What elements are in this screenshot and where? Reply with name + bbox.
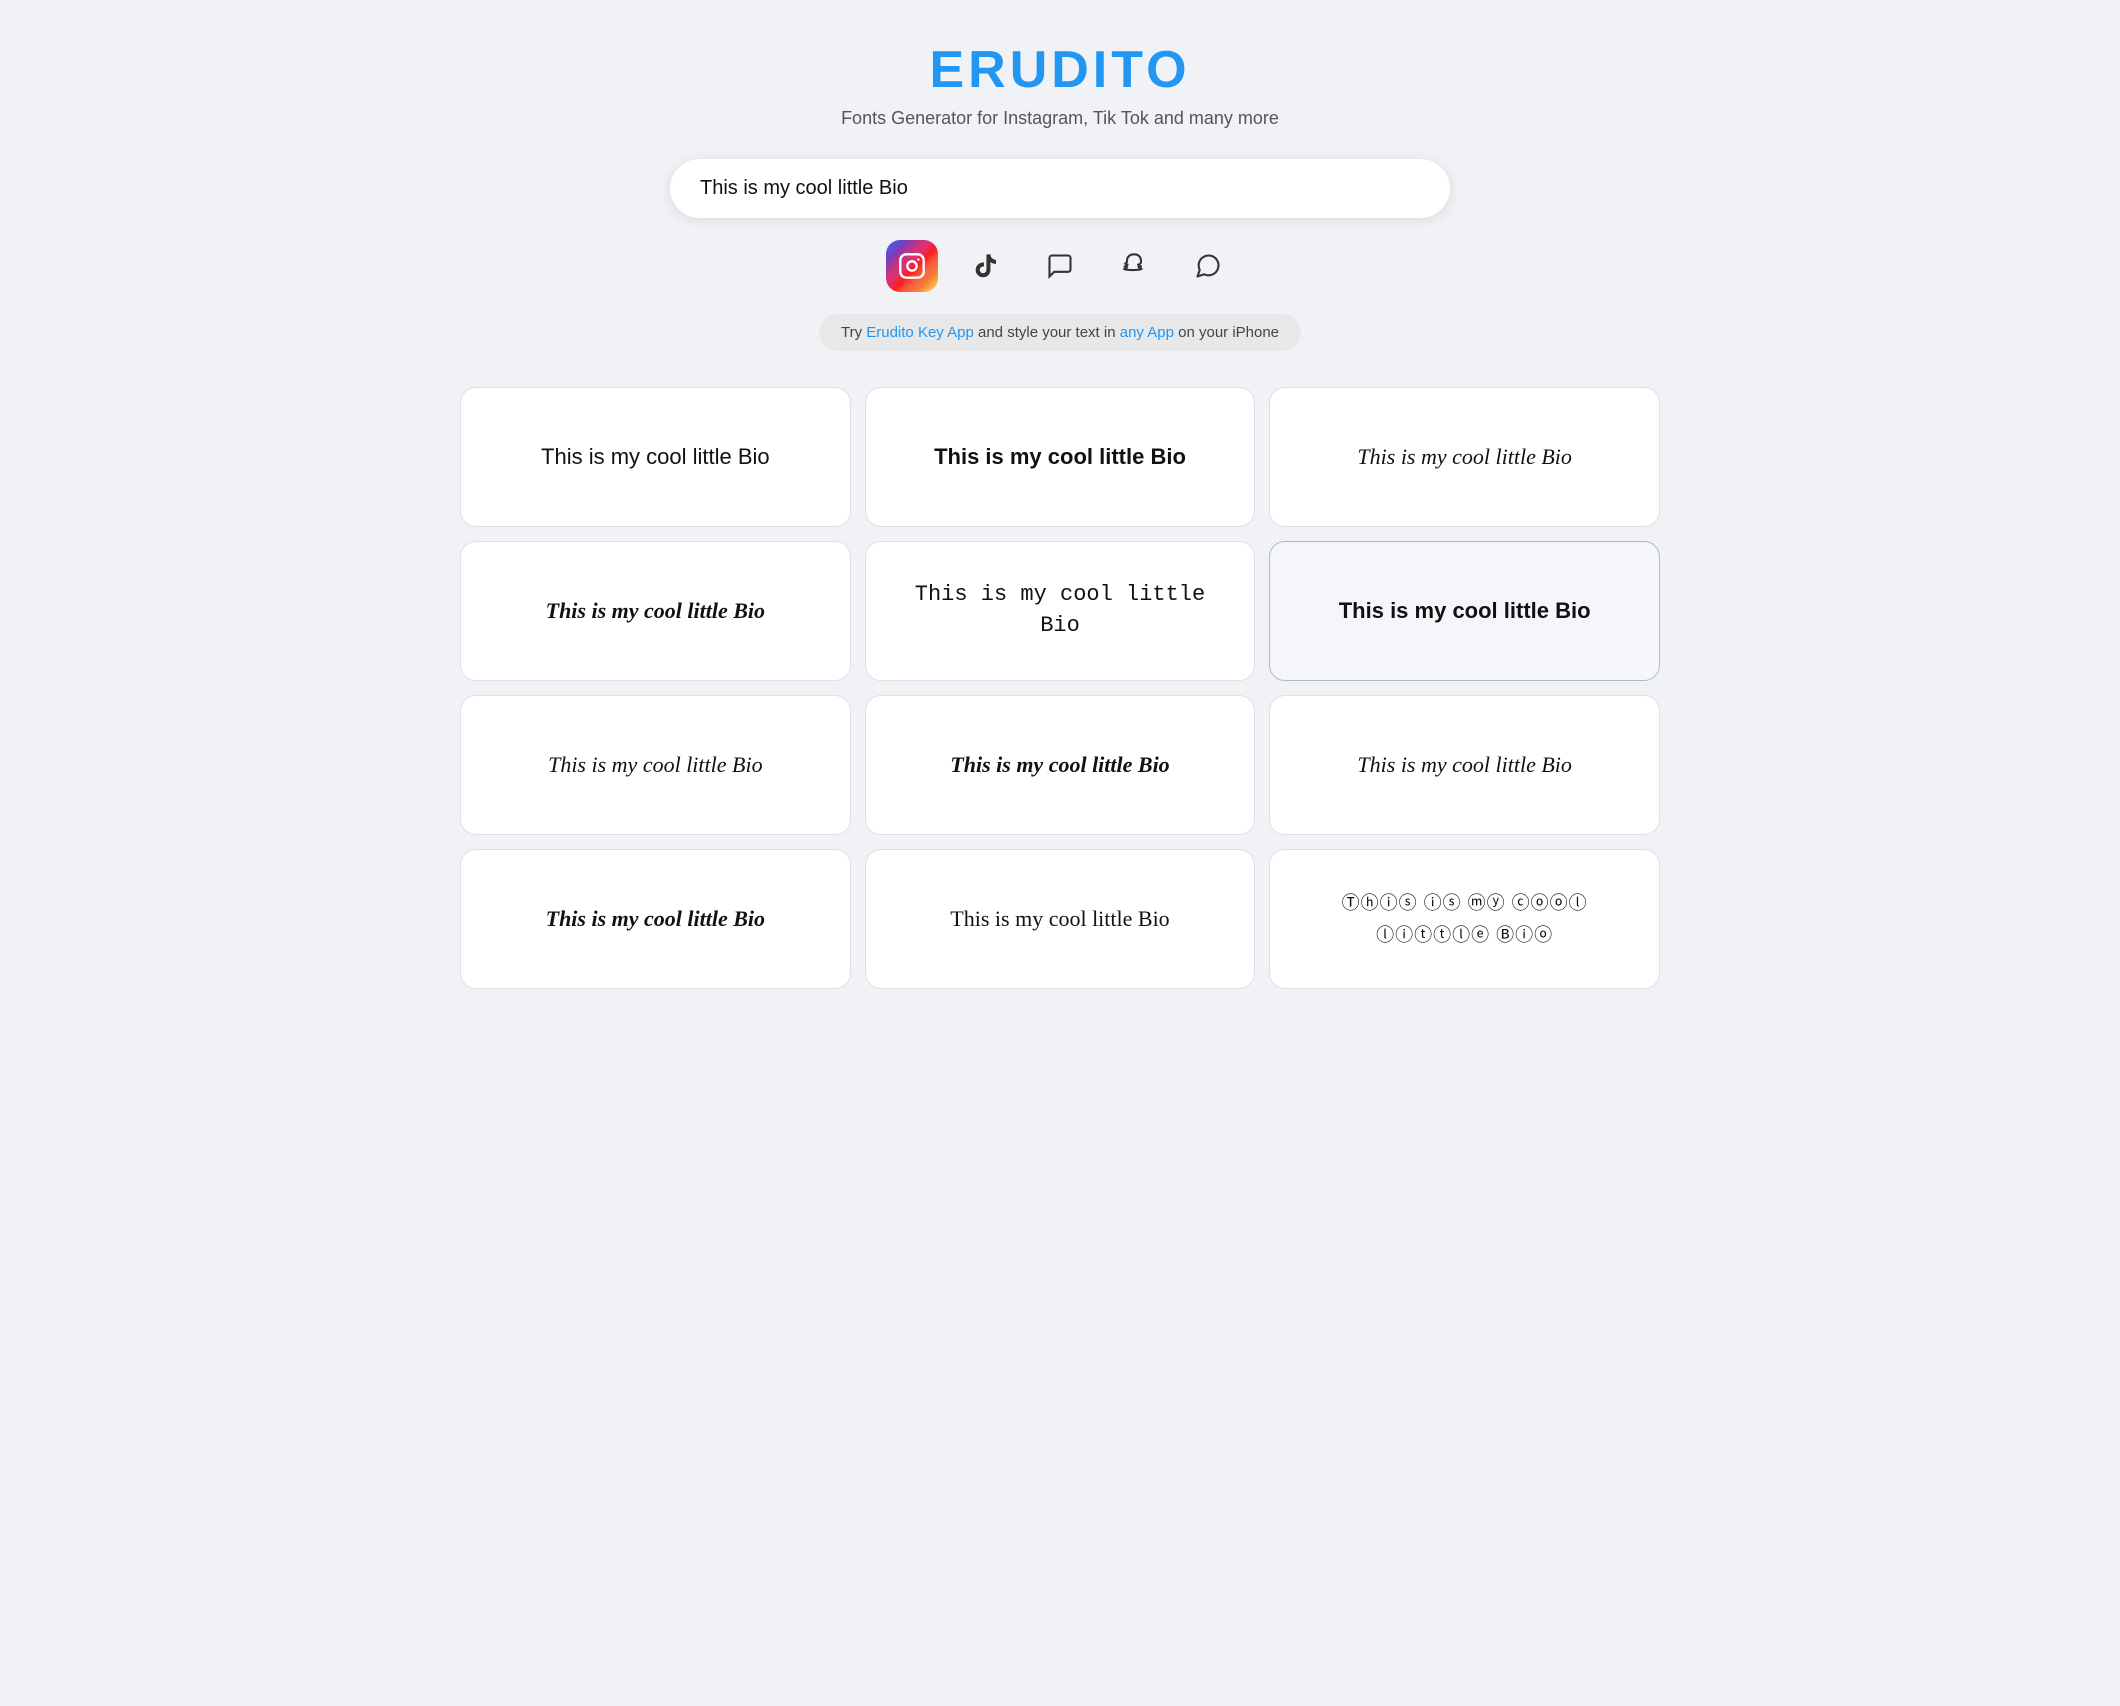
- platform-snapchat[interactable]: [1108, 240, 1160, 292]
- font-card-11[interactable]: This is my cool little Bio: [865, 849, 1256, 989]
- promo-suffix: on your iPhone: [1174, 324, 1279, 341]
- promo-middle: and style your text in: [974, 324, 1120, 341]
- app-title: ERUDITO: [20, 40, 2100, 100]
- font-card-text-9: This is my cool little Bio: [1357, 750, 1572, 781]
- font-card-8[interactable]: This is my cool little Bio: [865, 695, 1256, 835]
- font-card-2[interactable]: This is my cool little Bio: [865, 387, 1256, 527]
- font-card-text-1: This is my cool little Bio: [541, 442, 770, 473]
- font-card-text-5: This is my cool little Bio: [890, 580, 1231, 642]
- font-card-7[interactable]: This is my cool little Bio: [460, 695, 851, 835]
- font-card-text-10: This is my cool little Bio: [546, 904, 765, 935]
- font-card-text-11: This is my cool little Bio: [950, 904, 1169, 935]
- platform-imessage[interactable]: [1034, 240, 1086, 292]
- font-card-1[interactable]: This is my cool little Bio: [460, 387, 851, 527]
- promo-text: Try Erudito Key App and style your text …: [819, 314, 1301, 351]
- promo-link1[interactable]: Erudito Key App: [866, 324, 974, 341]
- promo-prefix: Try: [841, 324, 866, 341]
- font-card-6[interactable]: This is my cool little Bio: [1269, 541, 1660, 681]
- search-input[interactable]: [670, 159, 1450, 218]
- font-card-3[interactable]: This is my cool little Bio: [1269, 387, 1660, 527]
- font-card-text-7: This is my cool little Bio: [548, 750, 763, 781]
- app-subtitle: Fonts Generator for Instagram, Tik Tok a…: [20, 108, 2100, 129]
- font-card-5[interactable]: This is my cool little Bio: [865, 541, 1256, 681]
- search-bar-wrapper: [670, 159, 1450, 218]
- font-card-9[interactable]: This is my cool little Bio: [1269, 695, 1660, 835]
- platform-tiktok[interactable]: [960, 240, 1012, 292]
- app-header: ERUDITO Fonts Generator for Instagram, T…: [20, 40, 2100, 129]
- font-card-4[interactable]: This is my cool little Bio: [460, 541, 851, 681]
- platform-whatsapp[interactable]: [1182, 240, 1234, 292]
- font-card-text-8: This is my cool little Bio: [950, 750, 1169, 781]
- font-card-10[interactable]: This is my cool little Bio: [460, 849, 851, 989]
- font-card-text-6: This is my cool little Bio: [1339, 596, 1591, 627]
- font-card-12[interactable]: Ⓣⓗⓘⓢ ⓘⓢ ⓜⓨ ⓒⓞⓞⓛ ⓛⓘⓣⓣⓛⓔ Ⓑⓘⓞ: [1269, 849, 1660, 989]
- font-card-text-12: Ⓣⓗⓘⓢ ⓘⓢ ⓜⓨ ⓒⓞⓞⓛ ⓛⓘⓣⓣⓛⓔ Ⓑⓘⓞ: [1294, 887, 1635, 952]
- font-grid: This is my cool little Bio This is my coo…: [460, 387, 1660, 989]
- platform-selector: [20, 240, 2100, 292]
- promo-link2[interactable]: any App: [1120, 324, 1174, 341]
- promo-bar: Try Erudito Key App and style your text …: [20, 314, 2100, 351]
- font-card-text-3: This is my cool little Bio: [1357, 442, 1572, 473]
- font-card-text-4: This is my cool little Bio: [546, 596, 765, 627]
- platform-instagram[interactable]: [886, 240, 938, 292]
- font-card-text-2: This is my cool little Bio: [934, 442, 1186, 473]
